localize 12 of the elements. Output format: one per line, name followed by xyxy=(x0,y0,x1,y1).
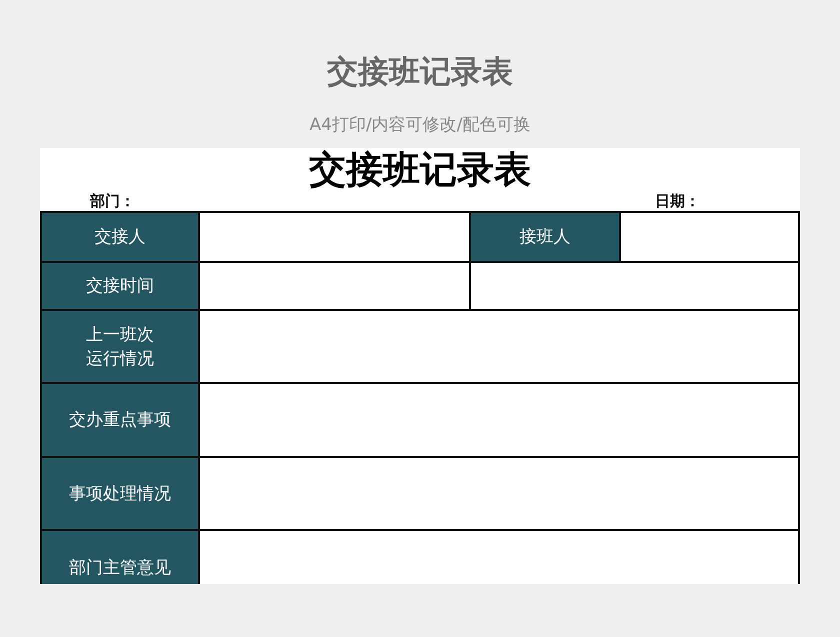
row-label: 交接人 xyxy=(41,212,199,262)
department-label: 部门： xyxy=(90,192,135,211)
date-label: 日期： xyxy=(655,192,700,211)
row-label: 交办重点事项 xyxy=(41,383,199,457)
row-label: 上一班次 运行情况 xyxy=(41,310,199,383)
row-label: 部门主管意见 xyxy=(41,530,199,584)
page-subtitle: A4打印/内容可修改/配色可换 xyxy=(310,114,530,137)
document-title: 交接班记录表 xyxy=(308,148,532,192)
row-label: 接班人 xyxy=(470,212,620,262)
row-label: 交接时间 xyxy=(41,262,199,310)
page-title: 交接班记录表 xyxy=(327,53,513,92)
row-label: 事项处理情况 xyxy=(41,457,199,530)
